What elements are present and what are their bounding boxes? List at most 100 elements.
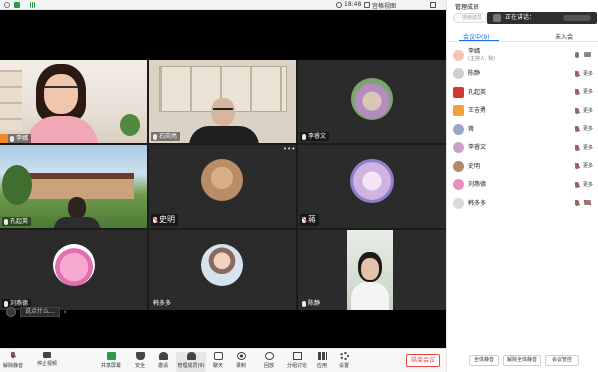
video-tile-2[interactable]: 石岗亮 xyxy=(149,60,296,143)
record-icon xyxy=(236,352,246,360)
playback-button[interactable]: 回放 xyxy=(256,352,282,372)
mute-all-button[interactable]: 全体静音 xyxy=(469,355,499,366)
camera-icon xyxy=(43,352,51,358)
video-tile-4[interactable]: 孔起英 xyxy=(0,145,147,228)
tab-not-joined[interactable]: 未入会 xyxy=(555,32,573,41)
person-body xyxy=(351,282,389,310)
mic-muted-icon[interactable] xyxy=(575,89,579,95)
clock-icon xyxy=(336,2,342,8)
video-tile-1[interactable]: 李嫣 xyxy=(0,60,147,143)
grid-view-icon[interactable] xyxy=(364,2,370,8)
info-icon[interactable] xyxy=(4,2,10,8)
breakout-button[interactable]: 分组讨论 xyxy=(284,352,310,372)
fullscreen-icon[interactable] xyxy=(430,2,436,8)
more-button[interactable]: 更多 xyxy=(583,181,593,188)
avatar xyxy=(453,123,464,135)
member-row[interactable]: 李睿文 更多 xyxy=(447,139,598,158)
mic-muted-icon[interactable] xyxy=(575,144,579,151)
member-row[interactable]: 孔起英 更多 xyxy=(447,83,598,102)
mic-muted-icon xyxy=(9,352,18,360)
tile-name-tag: 李嫣 xyxy=(0,134,32,143)
members-panel: 管理成员 搜索成员 正在讲话： 会议中(9) 未入会 李嫣 (主持人, 我) 陈… xyxy=(446,0,598,372)
members-icon xyxy=(186,352,196,360)
member-list: 李嫣 (主持人, 我) 陈静 更多 孔起英 更多 王吉勇 更多 蒋 更多 李睿文… xyxy=(447,46,598,213)
video-tile-8[interactable]: 韩多多 xyxy=(149,230,296,310)
mic-muted-icon[interactable] xyxy=(575,200,579,206)
mic-muted-icon[interactable] xyxy=(575,181,579,188)
person-glasses xyxy=(213,108,233,112)
more-button[interactable]: 更多 xyxy=(583,125,593,132)
more-button[interactable]: 更多 xyxy=(583,144,593,151)
share-screen-button[interactable]: 共享屏幕 xyxy=(98,352,124,372)
mic-muted-icon[interactable] xyxy=(575,163,579,169)
apps-icon xyxy=(317,352,327,360)
chat-icon xyxy=(213,352,223,360)
mic-muted-icon[interactable] xyxy=(575,126,579,132)
record-button[interactable]: 录制 xyxy=(228,352,254,372)
tree xyxy=(2,165,32,205)
invite-button[interactable]: 邀请 xyxy=(150,352,176,372)
portrait-video xyxy=(347,230,393,310)
share-screen-icon xyxy=(106,352,116,360)
person-body xyxy=(54,217,100,228)
breakout-icon xyxy=(292,352,302,360)
member-search-input[interactable]: 搜索成员 xyxy=(453,13,487,23)
avatar xyxy=(453,197,464,209)
member-row[interactable]: 李嫣 (主持人, 我) xyxy=(447,46,598,65)
person-body xyxy=(26,116,98,143)
chat-input[interactable]: 说点什么... xyxy=(20,307,60,317)
more-button[interactable]: 更多 xyxy=(583,107,593,114)
avatar xyxy=(453,86,464,98)
shield-icon[interactable] xyxy=(14,2,20,8)
stage-top-band xyxy=(0,10,446,60)
avatar xyxy=(453,105,464,117)
host-badge-icon xyxy=(0,134,8,143)
tile-name-tag: 石岗亮 xyxy=(151,132,181,141)
member-row[interactable]: 史明 更多 xyxy=(447,157,598,176)
speaker-name-blurred xyxy=(563,15,591,21)
member-row[interactable]: 蒋 更多 xyxy=(447,120,598,139)
meeting-controls-button[interactable]: 会议管控 xyxy=(545,355,579,366)
member-row[interactable]: 王吉勇 更多 xyxy=(447,102,598,121)
video-tile-9[interactable]: 陈静 xyxy=(298,230,446,310)
video-tile-7[interactable]: 刘燕德 xyxy=(0,230,147,310)
person-head xyxy=(68,197,86,219)
member-row[interactable]: 陈静 更多 xyxy=(447,65,598,84)
avatar xyxy=(453,160,464,172)
panel-title: 管理成员 xyxy=(455,4,480,11)
video-tile-3[interactable]: 李睿文 xyxy=(298,60,446,143)
settings-button[interactable]: 设置 xyxy=(331,352,357,372)
signal-icon xyxy=(30,2,35,8)
member-row[interactable]: 刘燕德 更多 xyxy=(447,176,598,195)
title-bar: 18:48 宫格视图 xyxy=(0,0,446,10)
unmute-all-button[interactable]: 解除全体静音 xyxy=(503,355,541,366)
member-row[interactable]: 韩多多 xyxy=(447,194,598,213)
shield-icon xyxy=(135,352,145,360)
mic-icon xyxy=(302,133,306,140)
chevron-left-icon[interactable]: ‹ xyxy=(64,308,67,316)
video-stage: 李嫣 石岗亮 李睿文 孔起英 ••• 史明 蒋 刘燕德 韩多多 陈静 说点什么.… xyxy=(0,10,446,348)
avatar xyxy=(201,244,243,286)
invite-icon xyxy=(158,352,168,360)
view-mode-button[interactable]: 宫格视图 xyxy=(372,1,396,10)
active-tab-underline xyxy=(459,40,499,41)
unmute-button[interactable]: 解除静音 xyxy=(0,352,26,372)
chat-bubble-icon[interactable] xyxy=(6,307,16,317)
mic-muted-icon[interactable] xyxy=(575,70,579,77)
video-tile-6[interactable]: 蒋 xyxy=(298,145,446,228)
camera-icon[interactable] xyxy=(584,52,591,57)
video-tile-5[interactable]: ••• 史明 xyxy=(149,145,296,228)
more-options-icon[interactable]: ••• xyxy=(283,146,295,153)
camera-off-icon[interactable] xyxy=(584,200,591,205)
mic-muted-icon[interactable] xyxy=(575,107,579,114)
end-meeting-button[interactable]: 结束会议 xyxy=(406,354,440,367)
avatar xyxy=(453,68,464,80)
meeting-window: 18:48 宫格视图 李嫣 石岗亮 李睿文 孔起英 ••• 史明 蒋 刘燕德 韩… xyxy=(0,0,598,372)
more-button[interactable]: 更多 xyxy=(583,70,593,77)
mic-icon[interactable] xyxy=(575,52,579,58)
stop-video-button[interactable]: 停止视频 xyxy=(34,352,60,372)
more-button[interactable]: 更多 xyxy=(583,162,593,169)
more-button[interactable]: 更多 xyxy=(583,88,593,95)
manage-members-button[interactable]: 管理成员(9) xyxy=(176,352,206,372)
person-head xyxy=(211,98,235,126)
